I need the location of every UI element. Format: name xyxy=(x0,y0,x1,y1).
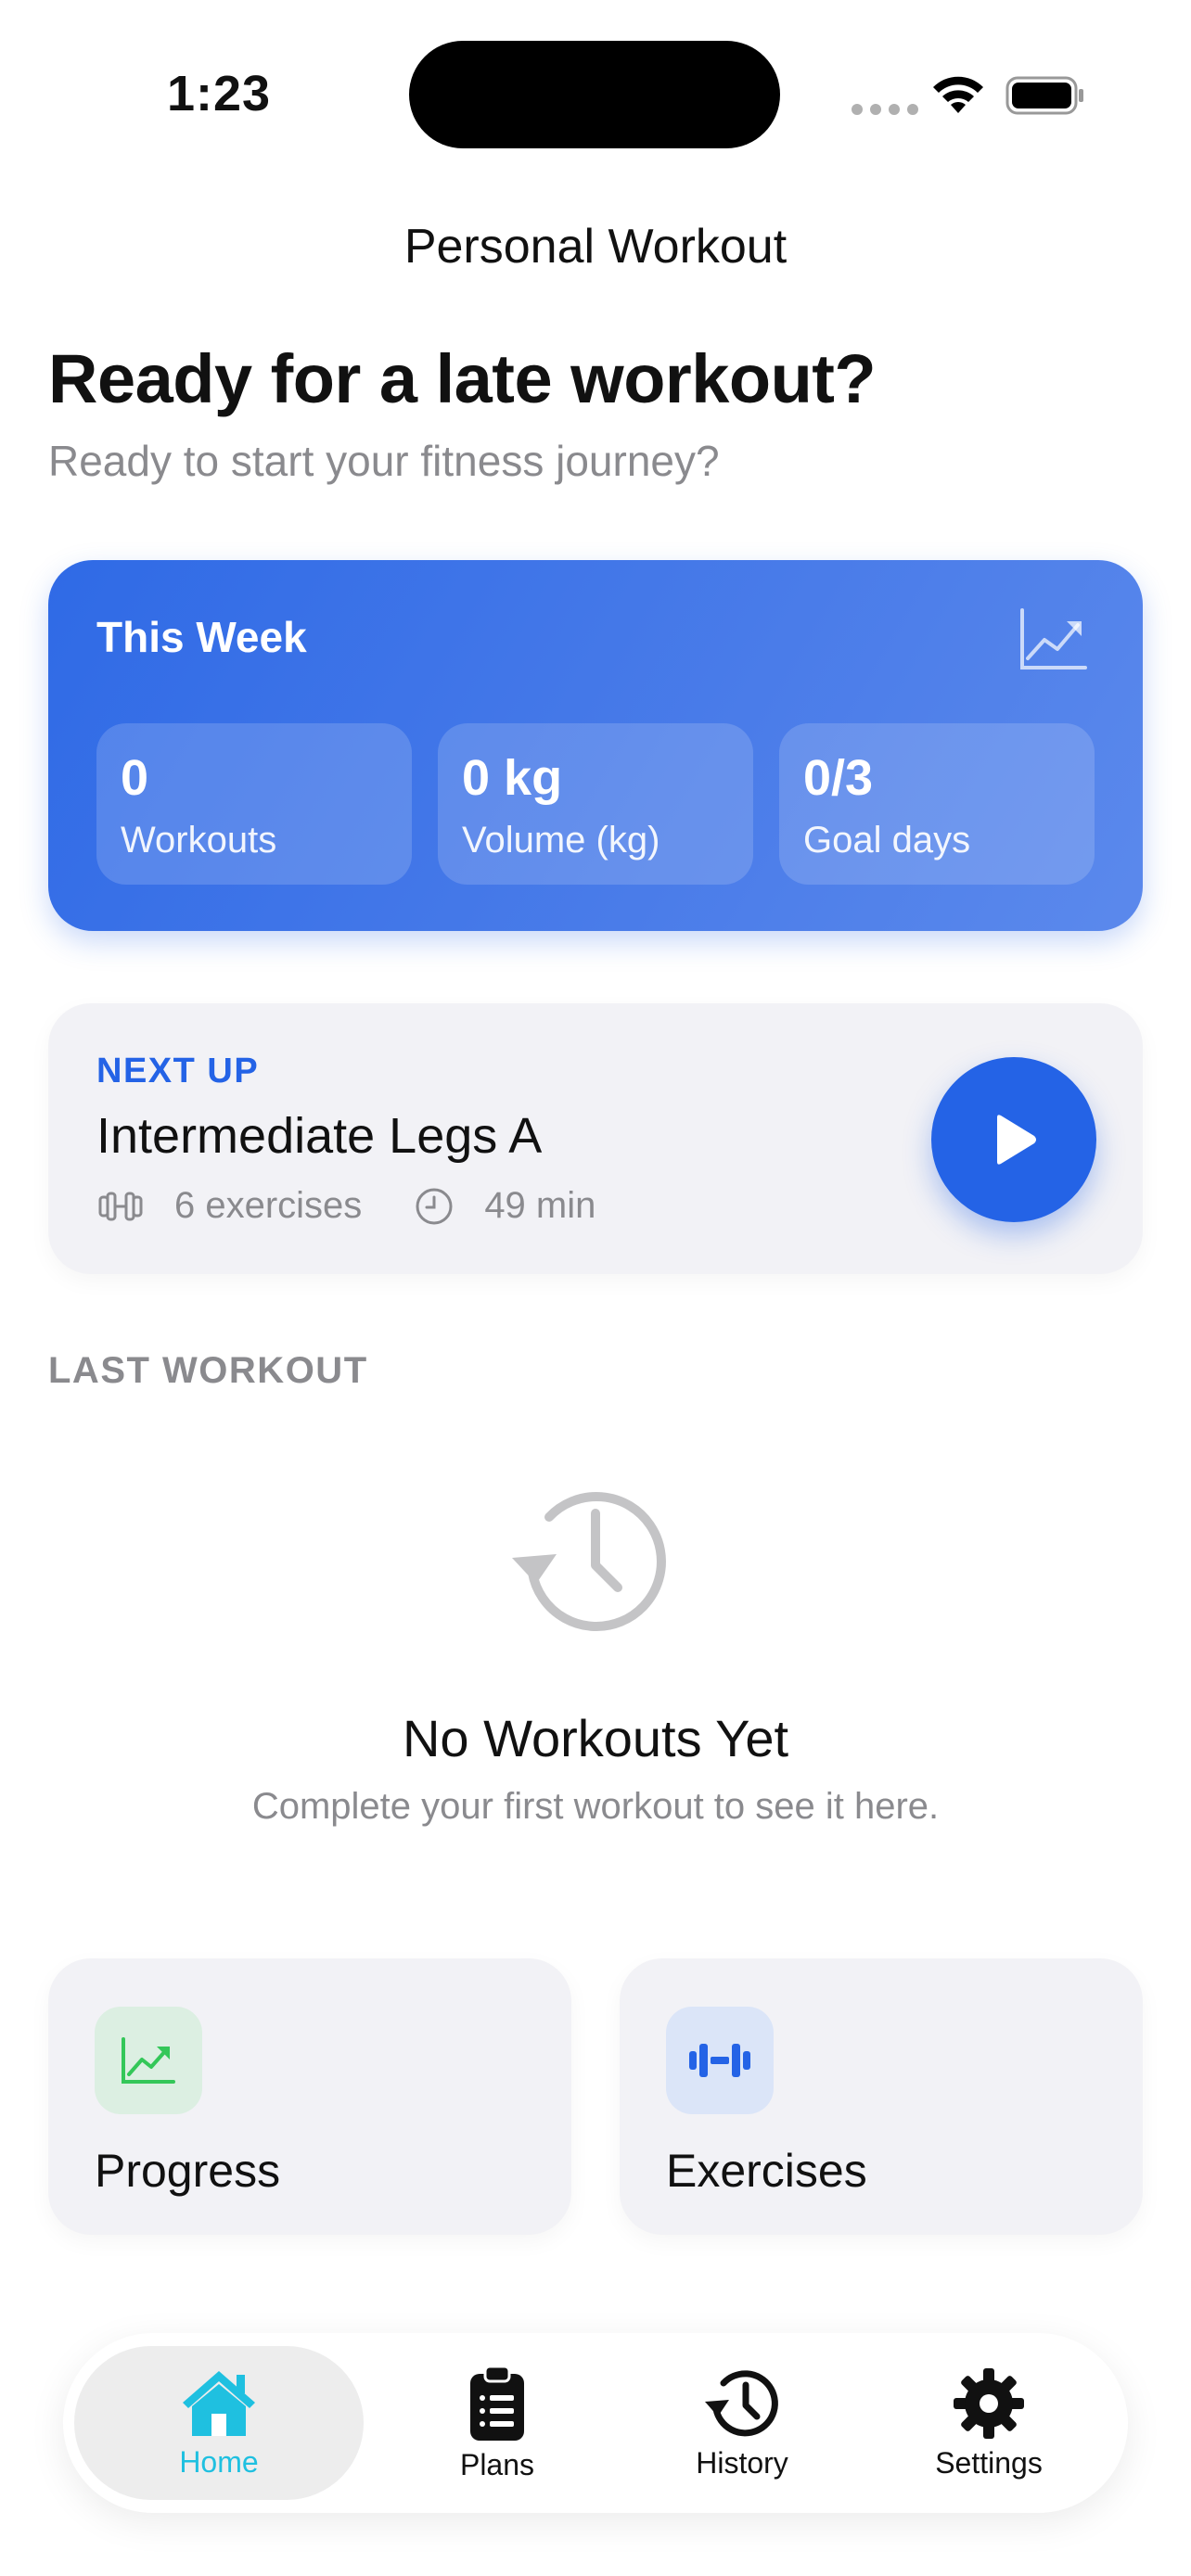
play-icon xyxy=(997,1115,1036,1165)
tab-settings[interactable]: Settings xyxy=(887,2346,1091,2500)
stat-value: 0 xyxy=(121,750,149,806)
next-up-title: Intermediate Legs A xyxy=(96,1108,543,1164)
exercises-label: Exercises xyxy=(666,2145,867,2197)
dynamic-island xyxy=(409,41,780,148)
stat-label: Volume (kg) xyxy=(462,820,660,861)
progress-label: Progress xyxy=(95,2145,281,2197)
progress-chart-icon xyxy=(122,2037,175,2084)
dumbbell-icon xyxy=(689,2044,750,2077)
last-workout-label: LAST WORKOUT xyxy=(48,1350,368,1391)
stat-goal-days: 0/3 Goal days xyxy=(779,723,1095,885)
nav-title: Personal Workout xyxy=(403,220,788,274)
stat-volume: 0 kg Volume (kg) xyxy=(438,723,753,885)
home-icon xyxy=(183,2370,255,2436)
workout-duration: 49 min xyxy=(484,1185,596,1226)
cellular-signal-icon xyxy=(852,104,918,115)
empty-state-subtitle: Complete your first workout to see it he… xyxy=(251,1786,940,1827)
greeting-title: Ready for a late workout? xyxy=(48,340,877,417)
gear-icon xyxy=(954,2367,1024,2439)
stat-value: 0/3 xyxy=(803,750,874,806)
stat-label: Goal days xyxy=(803,820,971,861)
next-up-card[interactable]: NEXT UP Intermediate Legs A 6 exercises … xyxy=(48,1003,1143,1274)
week-title: This Week xyxy=(96,613,307,661)
tab-home[interactable]: Home xyxy=(74,2346,364,2500)
history-icon xyxy=(512,1492,666,1631)
battery-icon xyxy=(1005,76,1083,115)
dumbbell-icon xyxy=(98,1192,143,1220)
progress-icon-box xyxy=(95,2007,202,2114)
start-workout-button[interactable] xyxy=(931,1057,1096,1222)
tab-label: Plans xyxy=(459,2447,535,2481)
next-up-tag: NEXT UP xyxy=(96,1052,260,1090)
tab-plans[interactable]: Plans xyxy=(395,2346,599,2500)
stat-value: 0 kg xyxy=(462,750,563,806)
history-icon xyxy=(705,2369,778,2436)
tab-bar: Home Plans History Settings xyxy=(63,2333,1128,2513)
exercise-count: 6 exercises xyxy=(174,1185,363,1226)
greeting-subtitle: Ready to start your fitness journey? xyxy=(48,437,720,485)
exercises-tile[interactable]: Exercises xyxy=(620,1958,1143,2235)
stat-workouts: 0 Workouts xyxy=(96,723,412,885)
tab-label: Settings xyxy=(935,2445,1043,2480)
exercises-icon-box xyxy=(666,2007,774,2114)
clipboard-icon xyxy=(470,2365,524,2441)
tab-label: History xyxy=(696,2445,788,2480)
clock-icon xyxy=(416,1188,453,1224)
tab-history[interactable]: History xyxy=(640,2346,844,2500)
status-time: 1:23 xyxy=(167,66,272,121)
wifi-icon xyxy=(933,76,983,113)
empty-state-title: No Workouts Yet xyxy=(402,1709,789,1767)
this-week-card[interactable]: This Week 0 Workouts 0 kg Volume (kg) 0/… xyxy=(48,560,1143,931)
progress-tile[interactable]: Progress xyxy=(48,1958,571,2235)
chart-line-icon xyxy=(1020,608,1087,670)
next-up-meta: 6 exercises 49 min xyxy=(96,1185,596,1227)
tab-label: Home xyxy=(179,2444,259,2479)
stat-label: Workouts xyxy=(121,820,277,861)
